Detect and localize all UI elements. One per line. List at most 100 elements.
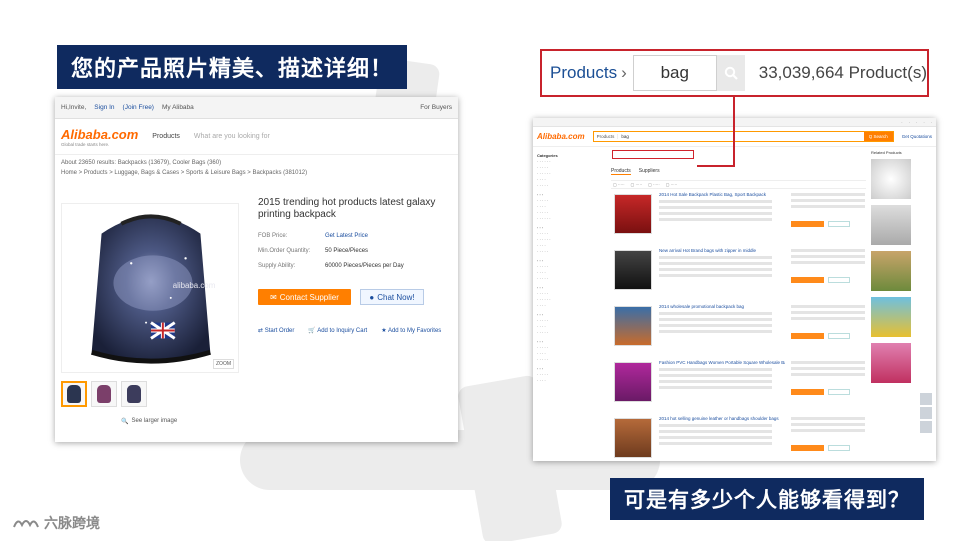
- result-chat-button[interactable]: [828, 333, 850, 339]
- result-title[interactable]: 2014 hot selling genuine leather or hand…: [659, 416, 785, 421]
- result-item[interactable]: New arrival Hot Brand bags with zipper i…: [611, 248, 867, 298]
- tab-products[interactable]: Products: [611, 168, 631, 175]
- search-results-screenshot: · · · · · Alibaba.com Products bag Q Search …: [533, 118, 936, 461]
- products-dropdown[interactable]: Products: [152, 133, 180, 140]
- right-search-input[interactable]: bag: [618, 134, 863, 139]
- result-contact-button[interactable]: [791, 389, 824, 395]
- related-search-line: About 23650 results: Backpacks (13679), …: [61, 160, 222, 166]
- zoom-button[interactable]: ZOOM: [213, 359, 234, 369]
- thumbnail-strip: [61, 381, 147, 407]
- brand-footer: 六脉跨境: [12, 513, 100, 533]
- result-title[interactable]: 2014 wholesale promotional backpack bag: [659, 304, 785, 309]
- related-item[interactable]: [871, 297, 911, 337]
- breadcrumb-path[interactable]: Home > Products > Luggage, Bags & Cases …: [61, 168, 452, 178]
- thumbnail-3[interactable]: [121, 381, 147, 407]
- search-icon: [724, 66, 738, 80]
- result-contact-button[interactable]: [791, 221, 824, 227]
- right-search-bar[interactable]: Products bag Q Search: [592, 131, 894, 142]
- result-contact-button[interactable]: [791, 445, 824, 451]
- filter-bar[interactable]: ▢ ····· ▢ ····· ▢ ····· ▢ ·····: [611, 180, 866, 189]
- feedback-icon[interactable]: [920, 407, 932, 419]
- category-selector[interactable]: Products ›: [550, 63, 627, 83]
- top-bar: Hi,Invite, Sign In (Join Free) My Alibab…: [55, 97, 458, 119]
- right-search-button[interactable]: Q Search: [863, 132, 893, 141]
- product-detail-screenshot: Hi,Invite, Sign In (Join Free) My Alibab…: [55, 97, 458, 442]
- bottom-title-banner: 可是有多少个人能够看得到？: [610, 478, 924, 520]
- result-item[interactable]: Fashion PVC Handbags Women Portable Squa…: [611, 360, 867, 410]
- alibaba-logo[interactable]: Alibaba.com Global trade starts here.: [61, 127, 138, 147]
- highlighted-result-count: [612, 150, 694, 159]
- related-item[interactable]: [871, 205, 911, 245]
- result-item[interactable]: 2014 hot selling genuine leather or hand…: [611, 416, 867, 461]
- product-title: 2015 trending hot products latest galaxy…: [258, 197, 436, 220]
- result-chat-button[interactable]: [828, 389, 850, 395]
- add-to-inquiry-cart-link[interactable]: 🛒 Add to Inquiry Cart: [308, 327, 367, 334]
- result-image[interactable]: [614, 362, 652, 402]
- search-button[interactable]: [716, 55, 745, 91]
- logo-text: Alibaba.com: [61, 126, 139, 142]
- related-item[interactable]: [871, 343, 911, 383]
- result-image[interactable]: [614, 194, 652, 234]
- floating-side-icons: [920, 393, 932, 433]
- search-input[interactable]: What are you looking for: [194, 133, 270, 140]
- brand-name: 六脉跨境: [44, 516, 100, 532]
- get-quotations-link[interactable]: Get Quotations: [902, 134, 932, 139]
- magnifier-icon: 🔍: [121, 419, 129, 425]
- result-chat-button[interactable]: [828, 221, 850, 227]
- spec-fob-price: FOB Price: Get Latest Price: [258, 233, 369, 239]
- for-buyers-menu[interactable]: For Buyers: [420, 104, 452, 111]
- result-chat-button[interactable]: [828, 445, 850, 451]
- result-count: 33,039,664 Product(s): [758, 63, 927, 82]
- spec-min-order: Min.Order Quantity: 50 Piece/Pieces: [258, 248, 369, 254]
- result-chat-button[interactable]: [828, 277, 850, 283]
- category-label: Products: [550, 63, 618, 82]
- result-contact-button[interactable]: [791, 277, 824, 283]
- search-callout: Products › bag 33,039,664 Product(s): [540, 49, 929, 97]
- result-contact-button[interactable]: [791, 333, 824, 339]
- result-image[interactable]: [614, 250, 652, 290]
- breadcrumb: About 23650 results: Backpacks (13679), …: [55, 155, 458, 181]
- thumbnail-2[interactable]: [91, 381, 117, 407]
- thumbnail-1[interactable]: [61, 381, 87, 407]
- chat-now-button[interactable]: ● Chat Now!: [360, 289, 424, 305]
- add-to-favorites-link[interactable]: ★ Add to My Favorites: [381, 327, 441, 334]
- tab-suppliers[interactable]: Suppliers: [639, 168, 660, 175]
- spec-supply-ability: Supply Ability: 60000 Pieces/Pieces per …: [258, 263, 404, 269]
- get-latest-price-link[interactable]: Get Latest Price: [325, 233, 368, 239]
- alibaba-logo-small[interactable]: Alibaba.com: [537, 132, 585, 141]
- see-larger-label: See larger image: [131, 418, 178, 424]
- result-title[interactable]: New arrival Hot Brand bags with zipper i…: [659, 248, 785, 253]
- category-sidebar: Categories · · · · · · · · · · · · · · · ·…: [537, 150, 599, 384]
- sign-in-link[interactable]: Sign In: [94, 104, 114, 111]
- start-order-link[interactable]: ⇄ Start Order: [258, 327, 294, 334]
- image-watermark: alibaba.com: [173, 281, 216, 290]
- search-query-field[interactable]: bag: [632, 55, 717, 91]
- related-item[interactable]: [871, 159, 911, 199]
- callout-connector-line: [697, 165, 735, 167]
- scroll-top-icon[interactable]: [920, 393, 932, 405]
- left-title-banner: 您的产品照片精美、描述详细！: [57, 45, 408, 89]
- galaxy-backpack-image: alibaba.com: [90, 214, 216, 364]
- result-image[interactable]: [614, 418, 652, 458]
- related-products: Related Products: [871, 150, 933, 389]
- share-icon[interactable]: [920, 421, 932, 433]
- result-item[interactable]: 2014 Hot Sale Backpack Plastic Bag, Spor…: [611, 192, 867, 242]
- result-tabs: Products Suppliers: [611, 168, 660, 175]
- chat-icon: ●: [369, 292, 375, 302]
- result-title[interactable]: Fashion PVC Handbags Women Portable Squa…: [659, 360, 785, 365]
- result-item[interactable]: 2014 wholesale promotional backpack bag: [611, 304, 867, 354]
- product-actions: ⇄ Start Order 🛒 Add to Inquiry Cart ★ Ad…: [258, 327, 441, 334]
- product-main-image[interactable]: alibaba.com ZOOM: [61, 203, 239, 373]
- result-image[interactable]: [614, 306, 652, 346]
- related-item[interactable]: [871, 251, 911, 291]
- my-alibaba-menu[interactable]: My Alibaba: [162, 104, 194, 111]
- callout-connector-line: [733, 96, 735, 166]
- products-dropdown-small[interactable]: Products: [594, 134, 619, 139]
- brand-logo-icon: [13, 520, 39, 528]
- see-larger-link[interactable]: 🔍 See larger image: [121, 418, 177, 425]
- mail-icon: ✉: [270, 292, 277, 302]
- contact-supplier-button[interactable]: ✉ Contact Supplier: [258, 289, 351, 305]
- related-products-heading: Related Products: [871, 150, 902, 155]
- join-free-link[interactable]: (Join Free): [123, 104, 154, 111]
- result-title[interactable]: 2014 Hot Sale Backpack Plastic Bag, Spor…: [659, 192, 785, 197]
